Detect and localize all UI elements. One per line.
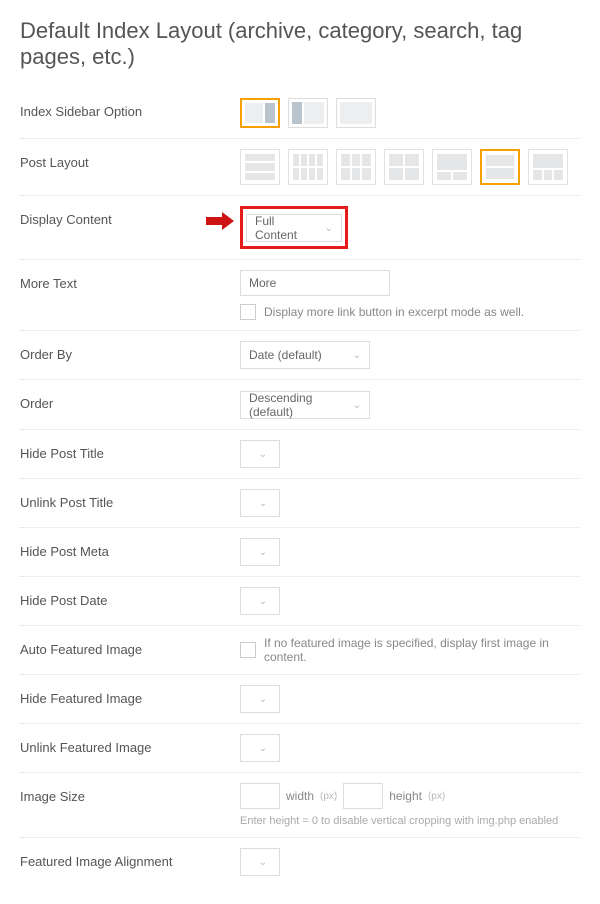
sidebar-option-left[interactable] — [288, 98, 328, 128]
chevron-down-icon: ⌄ — [259, 743, 267, 754]
chevron-down-icon: ⌄ — [325, 223, 333, 234]
label-hide-post-meta: Hide Post Meta — [20, 538, 240, 559]
label-hide-post-title: Hide Post Title — [20, 440, 240, 461]
sidebar-options — [240, 98, 580, 128]
label-unlink-post-title: Unlink Post Title — [20, 489, 240, 510]
unit-label: (px) — [428, 791, 445, 802]
display-content-select[interactable]: Full Content ⌄ — [246, 214, 342, 242]
label-index-sidebar: Index Sidebar Option — [20, 98, 240, 119]
select-value: Descending (default) — [249, 391, 347, 419]
chevron-down-icon: ⌄ — [353, 350, 361, 361]
chevron-down-icon: ⌄ — [259, 547, 267, 558]
unit-label: (px) — [320, 791, 337, 802]
hide-post-date-select[interactable]: ⌄ — [240, 587, 280, 615]
hide-post-meta-select[interactable]: ⌄ — [240, 538, 280, 566]
height-label: height — [389, 789, 422, 803]
order-select[interactable]: Descending (default) ⌄ — [240, 391, 370, 419]
chevron-down-icon: ⌄ — [259, 694, 267, 705]
label-featured-align: Featured Image Alignment — [20, 848, 240, 869]
more-checkbox[interactable] — [240, 304, 256, 320]
select-value: Date (default) — [249, 348, 322, 362]
hide-post-title-select[interactable]: ⌄ — [240, 440, 280, 468]
order-by-select[interactable]: Date (default) ⌄ — [240, 341, 370, 369]
label-post-layout: Post Layout — [20, 149, 240, 170]
image-height-input[interactable] — [343, 783, 383, 809]
unlink-post-title-select[interactable]: ⌄ — [240, 489, 280, 517]
post-layout-grid2[interactable] — [384, 149, 424, 185]
label-hide-featured: Hide Featured Image — [20, 685, 240, 706]
label-unlink-featured: Unlink Featured Image — [20, 734, 240, 755]
hide-featured-select[interactable]: ⌄ — [240, 685, 280, 713]
image-size-note: Enter height = 0 to disable vertical cro… — [240, 815, 580, 827]
post-layout-single[interactable] — [480, 149, 520, 185]
post-layout-feature[interactable] — [528, 149, 568, 185]
sidebar-option-right[interactable] — [240, 98, 280, 128]
post-layout-grid4[interactable] — [288, 149, 328, 185]
chevron-down-icon: ⌄ — [259, 498, 267, 509]
page-title: Default Index Layout (archive, category,… — [20, 18, 580, 70]
label-order: Order — [20, 390, 240, 411]
unlink-featured-select[interactable]: ⌄ — [240, 734, 280, 762]
chevron-down-icon: ⌄ — [353, 400, 361, 411]
label-order-by: Order By — [20, 341, 240, 362]
more-text-input[interactable] — [240, 270, 390, 296]
callout-arrow-icon — [206, 212, 234, 230]
label-image-size: Image Size — [20, 783, 240, 804]
image-width-input[interactable] — [240, 783, 280, 809]
sidebar-option-none[interactable] — [336, 98, 376, 128]
featured-align-select[interactable]: ⌄ — [240, 848, 280, 876]
callout-highlight: Full Content ⌄ — [240, 206, 348, 249]
auto-featured-label: If no featured image is specified, displ… — [264, 636, 580, 664]
post-layout-large-top[interactable] — [432, 149, 472, 185]
chevron-down-icon: ⌄ — [259, 449, 267, 460]
select-value: Full Content — [255, 214, 319, 242]
auto-featured-checkbox[interactable] — [240, 642, 256, 658]
post-layout-grid3[interactable] — [336, 149, 376, 185]
label-auto-featured: Auto Featured Image — [20, 636, 240, 657]
post-layout-options — [240, 149, 580, 185]
label-hide-post-date: Hide Post Date — [20, 587, 240, 608]
more-checkbox-label: Display more link button in excerpt mode… — [264, 305, 524, 319]
chevron-down-icon: ⌄ — [259, 857, 267, 868]
label-more-text: More Text — [20, 270, 240, 291]
width-label: width — [286, 789, 314, 803]
chevron-down-icon: ⌄ — [259, 596, 267, 607]
post-layout-list[interactable] — [240, 149, 280, 185]
